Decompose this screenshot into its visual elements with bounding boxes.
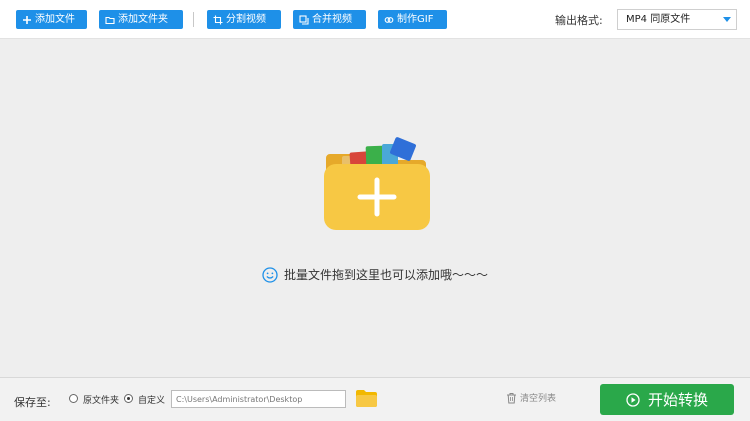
smiley-icon [262, 266, 278, 283]
save-to-label: 保存至: [14, 396, 51, 409]
add-folder-label: 添加文件夹 [118, 14, 168, 25]
merge-video-label: 合并视频 [312, 14, 352, 25]
radio-custom[interactable] [124, 394, 133, 403]
clear-list-button[interactable]: 清空列表 [506, 391, 556, 404]
add-file-label: 添加文件 [35, 14, 75, 25]
browse-folder-button[interactable] [355, 389, 378, 408]
toolbar-divider [193, 12, 194, 27]
folder-icon [105, 15, 115, 25]
merge-icon [299, 14, 309, 25]
drop-hint-text: 批量文件拖到这里也可以添加哦～～～ [283, 268, 488, 282]
bottom-bar: 保存至: 原文件夹 自定义 清空列表 开始转换 [0, 377, 750, 421]
toolbar: 添加文件 添加文件夹 分割视频 合并视频 制作GIF 输出格式: MP4 同原文… [0, 0, 750, 39]
output-format-label: 输出格式: [555, 14, 603, 27]
chevron-down-icon [723, 17, 731, 22]
start-convert-label: 开始转换 [647, 391, 708, 409]
drop-hint: 批量文件拖到这里也可以添加哦～～～ [0, 266, 750, 283]
radio-original-folder-label: 原文件夹 [83, 396, 120, 406]
output-format-select[interactable]: MP4 同原文件 [617, 9, 737, 30]
radio-original-folder[interactable] [69, 394, 78, 403]
add-file-button[interactable]: 添加文件 [16, 10, 87, 29]
yellow-folder-icon [356, 390, 377, 407]
output-format-value: MP4 同原文件 [626, 14, 691, 25]
link-icon [384, 15, 394, 25]
radio-custom-label: 自定义 [138, 396, 166, 406]
output-path-input[interactable] [171, 390, 346, 408]
clear-list-label: 清空列表 [520, 394, 557, 404]
split-video-button[interactable]: 分割视频 [207, 10, 281, 29]
split-video-label: 分割视频 [226, 14, 266, 25]
add-files-folder-icon[interactable] [322, 134, 432, 232]
plus-icon [22, 15, 32, 25]
play-circle-icon [626, 392, 640, 407]
trash-icon [506, 392, 517, 404]
merge-video-button[interactable]: 合并视频 [293, 10, 366, 29]
make-gif-label: 制作GIF [397, 14, 434, 25]
start-convert-button[interactable]: 开始转换 [600, 384, 734, 415]
make-gif-button[interactable]: 制作GIF [378, 10, 447, 29]
crop-icon [213, 15, 223, 25]
add-folder-button[interactable]: 添加文件夹 [99, 10, 183, 29]
